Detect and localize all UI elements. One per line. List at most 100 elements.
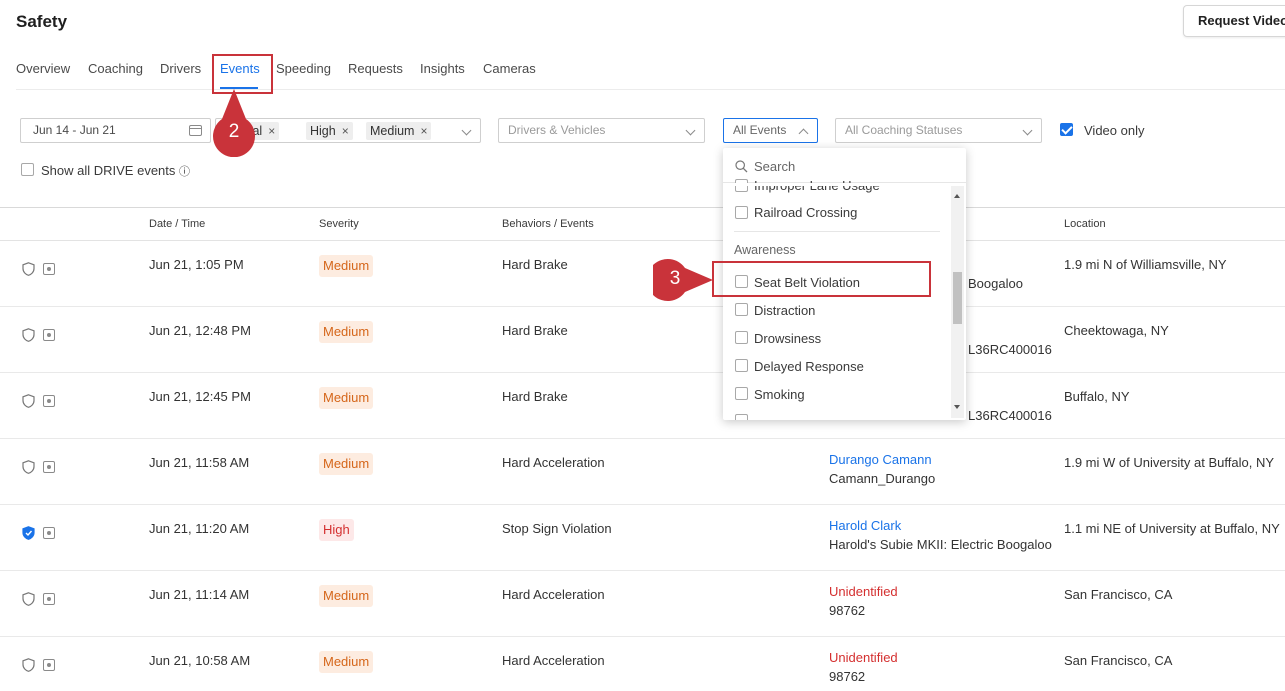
event-datetime: Jun 21, 10:58 AM <box>149 653 251 668</box>
shield-icon[interactable] <box>22 658 35 672</box>
tab-overview[interactable]: Overview <box>16 61 70 76</box>
coaching-status-filter[interactable]: All Coaching Statuses <box>835 118 1042 143</box>
events-filter[interactable]: All Events <box>723 118 818 143</box>
severity-badge: Medium <box>319 255 374 277</box>
column-header-location[interactable]: Location <box>1064 218 1106 230</box>
step-3-badge: 3 <box>669 268 681 289</box>
table-row[interactable]: Jun 21, 11:58 AM Medium Hard Acceleration D… <box>0 439 1285 505</box>
chevron-up-icon <box>798 128 809 139</box>
event-location: 1.9 mi N of Williamsville, NY <box>1064 257 1227 272</box>
date-range-value: Jun 14 - Jun 21 <box>33 123 116 137</box>
column-header-datetime[interactable]: Date / Time <box>149 218 205 230</box>
camera-icon[interactable] <box>43 659 55 671</box>
chevron-down-icon <box>461 125 472 136</box>
highlight-box-seat-belt-violation <box>712 261 931 297</box>
dropdown-item-checkbox-partial[interactable] <box>735 414 748 420</box>
driver-name-link[interactable]: Unidentified <box>829 584 898 599</box>
event-datetime: Jun 21, 11:58 AM <box>149 455 250 470</box>
scroll-down-arrow-icon[interactable] <box>954 405 960 409</box>
dropdown-item-label: Smoking <box>754 387 805 402</box>
vehicle-name: Camann_Durango <box>829 471 936 486</box>
table-row[interactable]: Jun 21, 11:20 AM High Stop Sign Violation H… <box>0 505 1285 571</box>
tab-cameras[interactable]: Cameras <box>483 61 536 76</box>
shield-icon[interactable] <box>22 460 35 474</box>
driver-name-link[interactable]: Durango Camann <box>829 452 932 467</box>
event-behavior: Hard Brake <box>502 389 568 404</box>
dropdown-item-checkbox[interactable] <box>735 359 748 372</box>
shield-icon[interactable] <box>22 394 35 408</box>
table-row[interactable]: Jun 21, 11:14 AM Medium Hard Acceleration U… <box>0 571 1285 637</box>
event-location: 1.1 mi NE of University at Buffalo, NY <box>1064 521 1280 536</box>
severity-badge: Medium <box>319 321 374 343</box>
remove-chip-icon[interactable]: × <box>342 124 349 138</box>
camera-icon[interactable] <box>43 395 55 407</box>
dropdown-group-awareness: Awareness <box>734 243 796 257</box>
shield-icon[interactable] <box>22 262 35 276</box>
tab-speeding[interactable]: Speeding <box>276 61 331 76</box>
event-behavior: Hard Brake <box>502 323 568 338</box>
event-datetime: Jun 21, 12:48 PM <box>149 323 251 338</box>
event-datetime: Jun 21, 11:20 AM <box>149 521 250 536</box>
event-behavior: Hard Acceleration <box>502 455 605 470</box>
drivers-vehicles-placeholder: Drivers & Vehicles <box>508 123 606 137</box>
video-only-label: Video only <box>1084 123 1145 138</box>
vehicle-name: L36RC400016 <box>968 408 1052 423</box>
calendar-icon <box>189 125 202 136</box>
table-row[interactable]: Jun 21, 12:45 PM Medium Hard Brake L36RC400… <box>0 373 1285 439</box>
dropdown-scrollbar[interactable] <box>951 186 964 418</box>
severity-badge: Medium <box>319 453 374 475</box>
event-behavior: Hard Acceleration <box>502 587 605 602</box>
dropdown-item-checkbox[interactable] <box>735 387 748 400</box>
scroll-up-arrow-icon[interactable] <box>954 194 960 198</box>
camera-icon[interactable] <box>43 593 55 605</box>
tab-insights[interactable]: Insights <box>420 61 465 76</box>
driver-name-link[interactable]: Harold Clark <box>829 518 901 533</box>
video-only-checkbox[interactable] <box>1060 123 1073 136</box>
event-datetime: Jun 21, 12:45 PM <box>149 389 251 404</box>
tab-drivers[interactable]: Drivers <box>160 61 201 76</box>
chevron-down-icon <box>1022 125 1033 136</box>
info-icon[interactable]: ⓘ <box>179 166 190 178</box>
scrollbar-thumb[interactable] <box>953 272 962 324</box>
tab-coaching[interactable]: Coaching <box>88 61 143 76</box>
camera-icon[interactable] <box>43 329 55 341</box>
date-range-picker[interactable]: Jun 14 - Jun 21 <box>20 118 211 143</box>
show-drive-events-checkbox[interactable] <box>21 163 34 176</box>
column-header-behaviors[interactable]: Behaviors / Events <box>502 218 594 230</box>
dropdown-item-label: Distraction <box>754 303 816 318</box>
table-row[interactable]: Jun 21, 10:58 AM Medium Hard Acceleration U… <box>0 637 1285 691</box>
remove-chip-icon[interactable]: × <box>268 124 275 138</box>
severity-badge: Medium <box>319 387 374 409</box>
camera-icon[interactable] <box>43 527 55 539</box>
show-drive-events-label: Show all DRIVE events ⓘ <box>41 163 191 178</box>
highlight-box-events-tab <box>212 54 273 94</box>
dropdown-item-checkbox[interactable] <box>735 206 748 219</box>
request-video-button[interactable]: Request Video <box>1183 5 1285 37</box>
table-top-border <box>0 207 1285 208</box>
tab-requests[interactable]: Requests <box>348 61 403 76</box>
remove-chip-icon[interactable]: × <box>420 124 427 138</box>
step-2-badge: 2 <box>228 121 240 142</box>
driver-name-link[interactable]: Unidentified <box>829 650 898 665</box>
drivers-vehicles-filter[interactable]: Drivers & Vehicles <box>498 118 705 143</box>
tabs-divider <box>16 89 1285 90</box>
dropdown-item-checkbox[interactable] <box>735 303 748 316</box>
column-header-severity[interactable]: Severity <box>319 218 359 230</box>
camera-icon[interactable] <box>43 263 55 275</box>
shield-icon[interactable] <box>22 526 35 540</box>
chevron-down-icon <box>685 125 696 136</box>
event-location: Cheektowaga, NY <box>1064 323 1169 338</box>
vehicle-name: L36RC400016 <box>968 342 1052 357</box>
events-filter-value: All Events <box>733 123 787 137</box>
table-row[interactable]: Jun 21, 1:05 PM Medium Hard Brake Boogaloo 1… <box>0 241 1285 307</box>
shield-icon[interactable] <box>22 592 35 606</box>
severity-badge: Medium <box>319 651 374 673</box>
shield-icon[interactable] <box>22 328 35 342</box>
vehicle-name: 98762 <box>829 669 866 684</box>
dropdown-item-label: Delayed Response <box>754 359 864 374</box>
camera-icon[interactable] <box>43 461 55 473</box>
table-row[interactable]: Jun 21, 12:48 PM Medium Hard Brake L36RC400… <box>0 307 1285 373</box>
severity-chip-high: High × <box>306 122 353 140</box>
event-behavior: Stop Sign Violation <box>502 521 612 536</box>
dropdown-item-checkbox[interactable] <box>735 331 748 344</box>
